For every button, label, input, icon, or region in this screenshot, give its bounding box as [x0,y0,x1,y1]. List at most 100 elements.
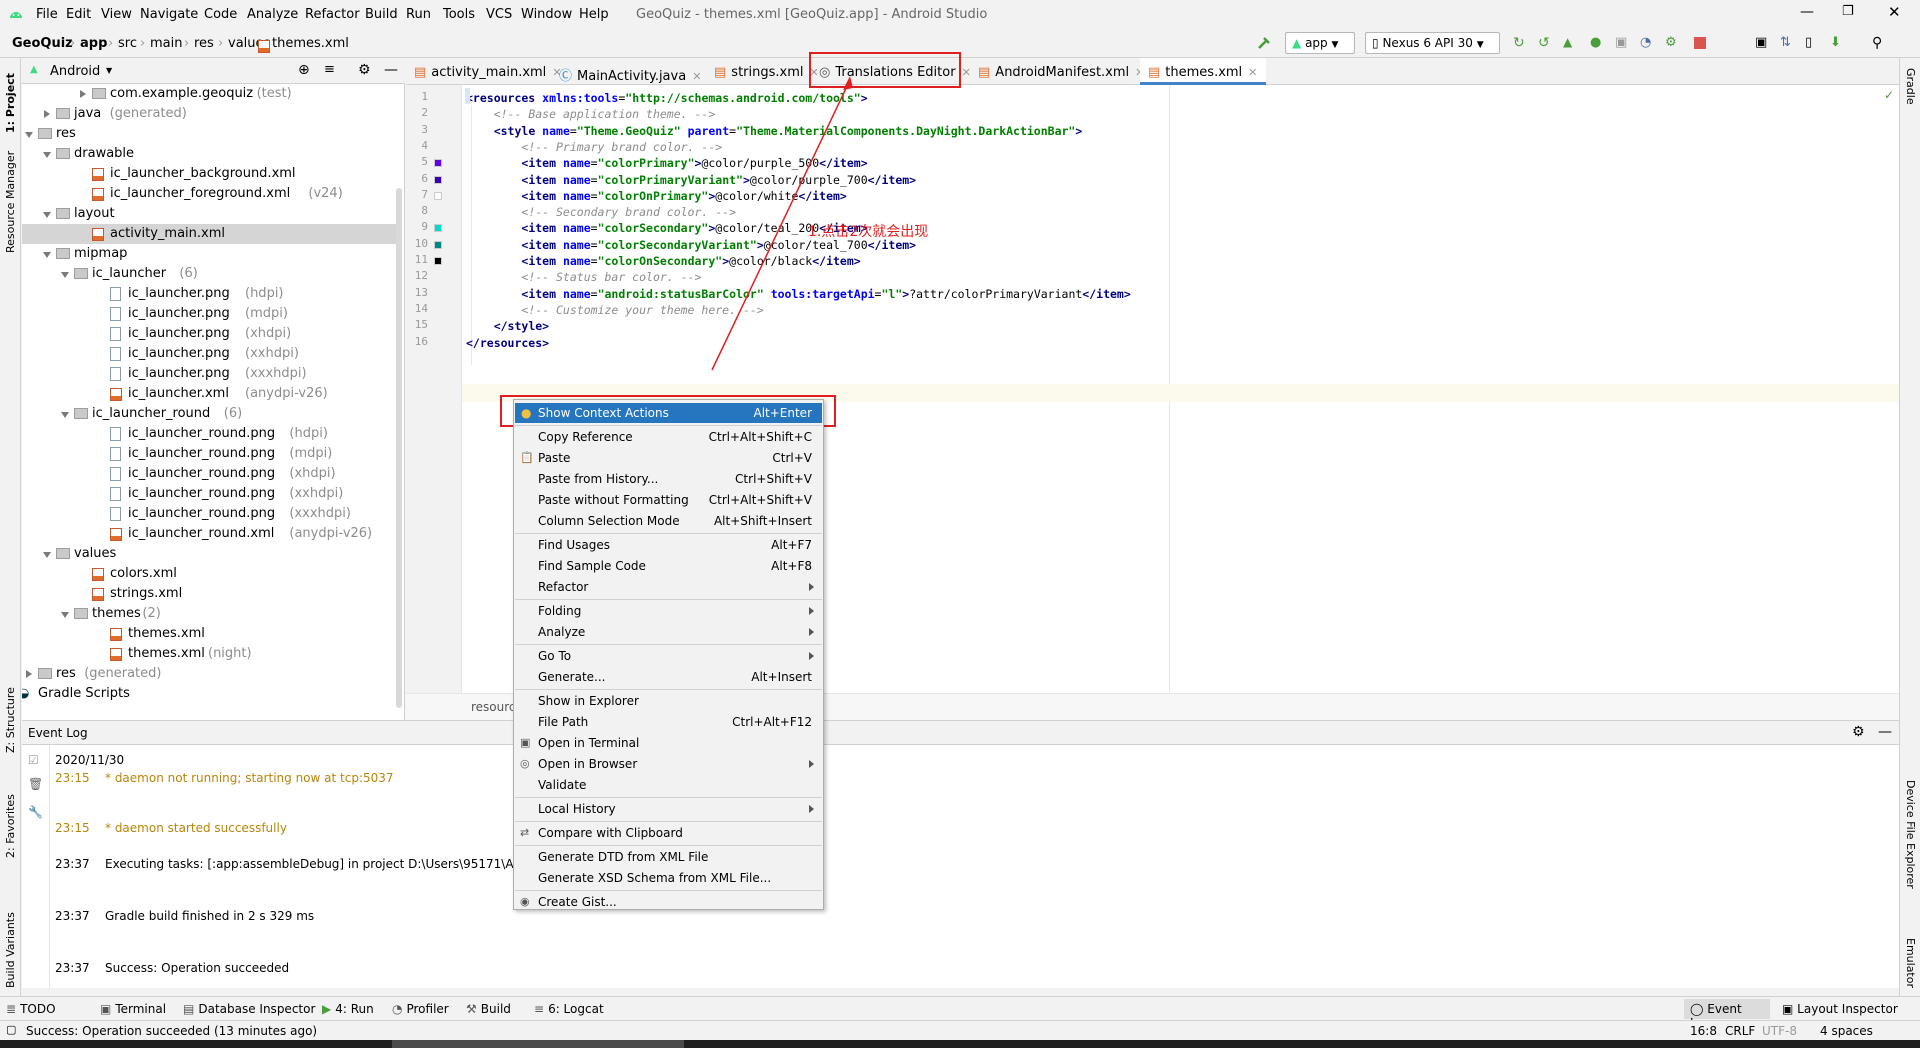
menu-refactor[interactable]: Refactor [305,7,360,22]
target-icon[interactable]: ⊕ [298,62,310,78]
tree-item[interactable]: themes.xml [22,624,397,644]
context-menu-item[interactable]: Generate XSD Schema from XML File... [515,868,822,888]
search-icon[interactable]: ⚲ [1872,35,1888,51]
tree-item[interactable]: colors.xml [22,564,397,584]
context-menu-item[interactable]: ▣ Open in Terminal [515,733,822,753]
taskbar-active-app[interactable] [392,1040,684,1048]
file-encoding[interactable]: UTF-8 [1762,1024,1797,1038]
tree-item[interactable]: res [22,124,397,144]
tab-activity-main-xml[interactable]: ▤ activity_main.xml ✕ [406,58,562,85]
tool-tab-terminal[interactable]: ▣ Terminal [100,1002,166,1016]
tree-item[interactable]: layout [22,204,397,224]
coverage-icon[interactable]: ▣ [1615,35,1631,51]
hide-panel-icon[interactable]: — [1878,724,1892,740]
tree-item[interactable]: drawable [22,144,397,164]
tree-item[interactable]: ic_launcher.png (xxxhdpi) [22,364,397,384]
tree-item[interactable]: ic_launcher.png (hdpi) [22,284,397,304]
tree-item[interactable]: ic_launcher_background.xml [22,164,397,184]
project-tool-tab[interactable]: 1: Project [4,73,17,133]
color-swatch-icon[interactable] [434,257,442,265]
favorites-tool-tab[interactable]: 2: Favorites [4,794,17,858]
tool-tab-build[interactable]: ⚒ Build [466,1002,511,1016]
minimize-button[interactable]: — [1800,4,1820,22]
tab-androidmanifest-xml[interactable]: ▤AndroidManifest.xml✕ [970,58,1144,85]
structure-tool-tab[interactable]: Z: Structure [4,687,17,753]
context-menu-item[interactable]: Find Usages Alt+F7 [515,535,822,555]
tree-item[interactable]: themes (2) [22,604,397,624]
tree-item[interactable]: ◒ Gradle Scripts [22,684,397,704]
menu-window[interactable]: Window [521,7,572,22]
line-separator[interactable]: CRLF [1725,1024,1755,1038]
menu-vcs[interactable]: VCS [486,7,512,22]
context-menu-item[interactable]: Generate DTD from XML File [515,847,822,867]
mark-read-icon[interactable]: ☑ [28,753,39,767]
event-text[interactable]: Executing tasks: [:app:assembleDebug] in… [105,857,534,871]
chevron-right-icon[interactable] [80,90,86,98]
tree-item[interactable]: com.example.geoquiz (test) [22,84,397,104]
tree-item[interactable]: ic_launcher_round.png (xxxhdpi) [22,504,397,524]
tool-tab--run[interactable]: ▶ 4: Run [322,1002,374,1016]
menu-tools[interactable]: Tools [443,7,475,22]
context-menu-item[interactable]: Validate [515,775,822,795]
menu-view[interactable]: View [101,7,132,22]
context-menu-item[interactable]: Analyze [515,622,822,642]
hide-panel-icon[interactable]: — [384,62,398,78]
gradle-tool-tab[interactable]: Gradle [1904,68,1917,105]
profile-icon[interactable]: ◔ [1640,35,1656,51]
tab-themes-xml[interactable]: ▤ themes.xml ✕ [1140,58,1266,85]
breadcrumb-item[interactable]: src [118,36,137,51]
device-select[interactable]: ▯ Nexus 6 API 30 ▼ [1365,32,1500,54]
wrench-icon[interactable]: 🔧 [28,805,43,819]
breadcrumb-item[interactable]: app [80,36,107,51]
context-menu-item[interactable]: ⇄ Compare with Clipboard [515,823,822,843]
color-swatch-icon[interactable] [434,224,442,233]
menu-file[interactable]: File [36,7,58,22]
breadcrumb-item[interactable]: main [150,36,182,51]
context-menu-item[interactable]: Paste from History... Ctrl+Shift+V [515,469,822,489]
menu-help[interactable]: Help [579,7,609,22]
device-file-explorer-tool-tab[interactable]: Device File Explorer [1904,780,1917,889]
run-config-select[interactable]: ▲ app ▼ [1285,32,1355,54]
sync-gradle-icon[interactable]: ⇅ [1780,35,1796,51]
color-swatch-icon[interactable] [434,175,442,184]
sdk-manager-icon[interactable]: ⬇ [1830,35,1846,51]
chevron-down-icon[interactable] [43,212,51,218]
context-menu-item[interactable]: File Path Ctrl+Alt+F12 [515,712,822,732]
tree-item[interactable]: ic_launcher_round.xml (anydpi-v26) [22,524,397,544]
tree-item[interactable]: ic_launcher.xml (anydpi-v26) [22,384,397,404]
indent-setting[interactable]: 4 spaces [1820,1024,1873,1038]
menu-run[interactable]: Run [406,7,431,22]
context-menu-item[interactable]: ● Show Context Actions Alt+Enter [515,403,822,423]
menu-analyze[interactable]: Analyze [247,7,298,22]
tree-item[interactable]: java (generated) [22,104,397,124]
color-swatch-icon[interactable] [434,240,442,249]
tree-item[interactable]: ic_launcher_round (6) [22,404,397,424]
context-menu-item[interactable]: Go To [515,646,822,666]
menu-edit[interactable]: Edit [66,7,91,22]
chevron-down-icon[interactable]: ▼ [106,66,112,75]
context-menu-item[interactable]: 📋 Paste Ctrl+V [515,448,822,468]
event-text[interactable]: Gradle build finished in 2 s 329 ms [105,909,314,923]
context-menu-item[interactable]: Column Selection Mode Alt+Shift+Insert [515,511,822,531]
tool-tab-profiler[interactable]: ◔ Profiler [392,1002,449,1016]
context-menu-item[interactable]: ◎ Open in Browser [515,754,822,774]
context-menu-item[interactable]: Show in Explorer [515,691,822,711]
chevron-down-icon[interactable] [25,132,33,138]
tree-item[interactable]: ic_launcher_round.png (mdpi) [22,444,397,464]
layout-inspector-tool-tab[interactable]: ▣ Layout Inspector [1782,1002,1898,1016]
chevron-down-icon[interactable] [61,612,69,618]
tool-tab--logcat[interactable]: ≡ 6: Logcat [534,1002,604,1016]
tree-item[interactable]: strings.xml [22,584,397,604]
event-log-tool-tab[interactable]: ◯ Event Log [1684,999,1770,1030]
context-menu-item[interactable]: Local History [515,799,822,819]
chevron-right-icon[interactable] [44,110,50,118]
color-swatch-icon[interactable] [434,191,442,200]
close-tab-icon[interactable]: ✕ [1248,66,1257,79]
breadcrumb-item[interactable]: GeoQuiz [12,36,73,51]
rerun-icon[interactable]: ↻ [1513,35,1529,51]
context-menu-item[interactable]: Folding [515,601,822,621]
maximize-button[interactable]: ❐ [1842,4,1862,22]
chevron-down-icon[interactable] [61,272,69,278]
stop-icon[interactable] [1692,35,1708,51]
tree-item[interactable]: mipmap [22,244,397,264]
